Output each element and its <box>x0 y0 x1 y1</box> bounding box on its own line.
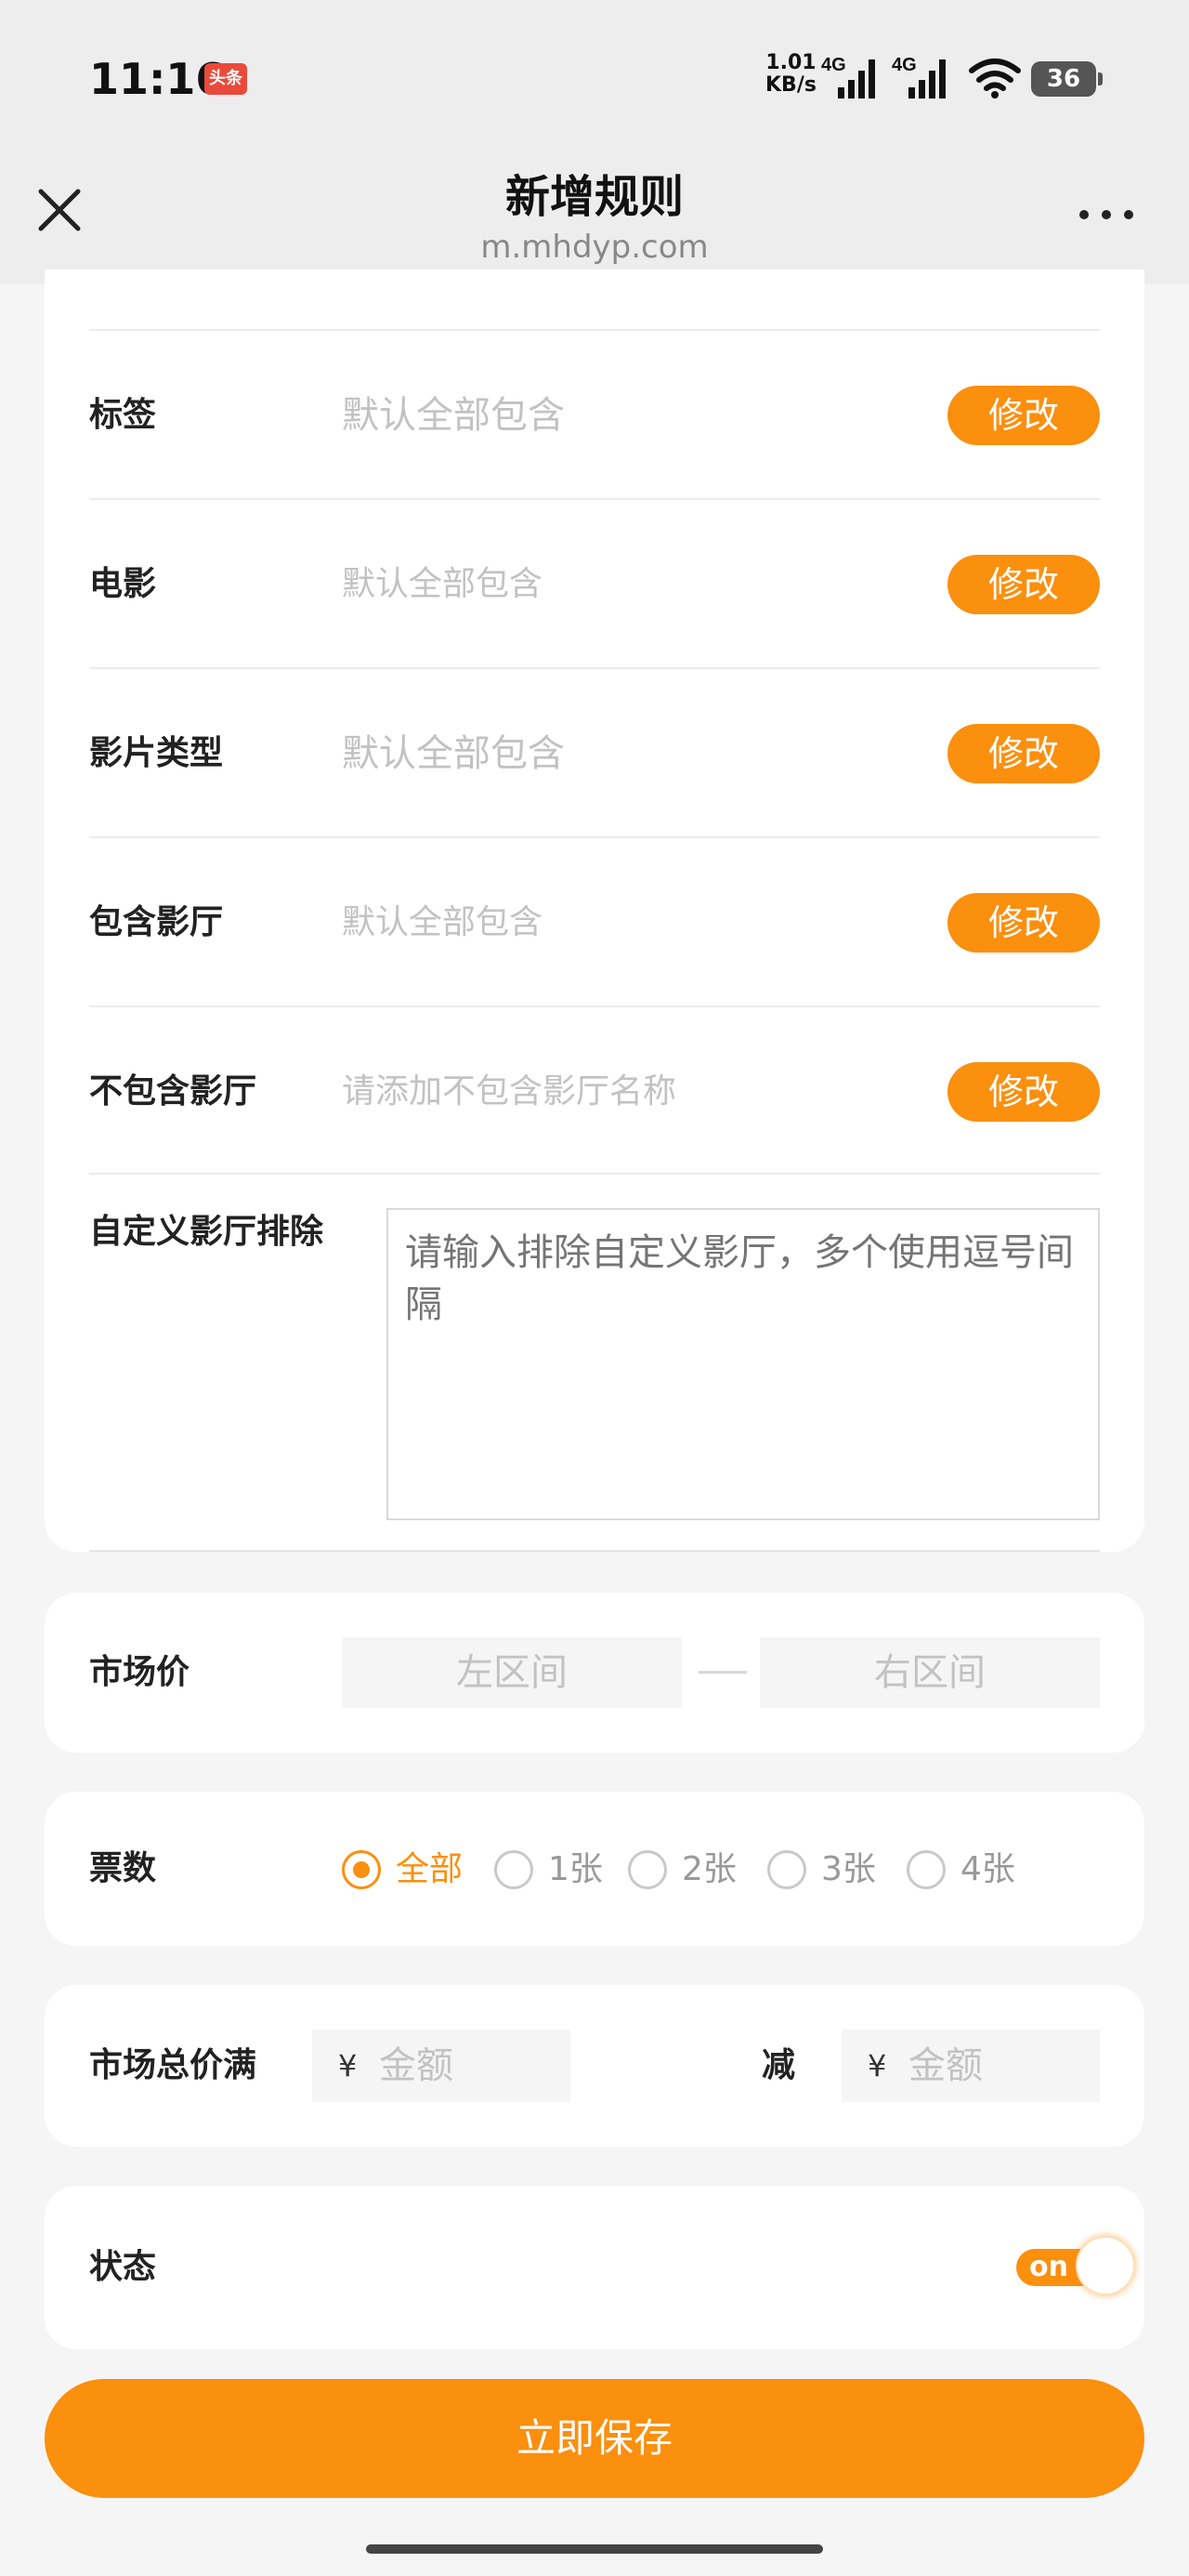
minus-label: 减 <box>762 2046 796 2084</box>
rule-value: 默认全部包含 <box>342 565 543 603</box>
custom-exclude-textarea[interactable] <box>386 1208 1100 1520</box>
edit-tags-button[interactable]: 修改 <box>947 386 1100 445</box>
network-speed-value: 1.01 <box>765 51 817 74</box>
status-toggle[interactable]: on <box>1016 2236 1137 2297</box>
battery-icon: 36 <box>1031 61 1103 97</box>
edit-movie-button[interactable]: 修改 <box>947 555 1100 614</box>
page-url: m.mhdyp.com <box>480 229 709 266</box>
top-bar: 11:16 头条 1.01 KB/s 4G 4G 36 新增规则 m.mhdyp… <box>0 0 1189 284</box>
toggle-knob <box>1076 2236 1135 2295</box>
radio-label: 2张 <box>682 1850 737 1888</box>
rule-value: 默认全部包含 <box>342 732 565 775</box>
edit-exclude-halls-button[interactable]: 修改 <box>947 1062 1100 1122</box>
currency-symbol: ¥ <box>338 2048 358 2083</box>
market-price-card: 市场价 左区间 右区间 <box>45 1593 1144 1753</box>
radio-label: 4张 <box>960 1850 1015 1888</box>
radio-unselected-icon <box>767 1850 806 1889</box>
price-min-input[interactable]: 左区间 <box>342 1637 682 1708</box>
cellular-signal-2-icon: 4G <box>892 55 946 99</box>
discount-label: 市场总价满 <box>89 2046 257 2084</box>
network-speed-unit: KB/s <box>765 73 817 97</box>
radio-label: 全部 <box>396 1850 464 1888</box>
page-title: 新增规则 <box>504 171 684 223</box>
save-button[interactable]: 立即保存 <box>45 2379 1144 2498</box>
radio-label: 3张 <box>821 1850 876 1888</box>
signal2-label: 4G <box>892 55 917 75</box>
threshold-amount-input[interactable]: ¥ 金额 <box>312 2030 570 2102</box>
divider <box>89 1550 1100 1552</box>
market-price-label: 市场价 <box>89 1653 190 1691</box>
rule-row-film-type: 影片类型 默认全部包含 修改 <box>89 667 1100 836</box>
radio-unselected-icon <box>628 1850 667 1889</box>
currency-symbol: ¥ <box>868 2048 887 2083</box>
ticket-count-card: 票数 全部 1张 2张 3张 4张 <box>45 1792 1144 1946</box>
radio-unselected-icon <box>494 1850 533 1889</box>
discount-card: 市场总价满 ¥ 金额 减 ¥ 金额 <box>45 1985 1144 2147</box>
rule-value: 请添加不包含影厅名称 <box>342 1072 677 1111</box>
discount-amount-input[interactable]: ¥ 金额 <box>842 2030 1100 2102</box>
ticket-count-label: 票数 <box>89 1849 157 1887</box>
toutiao-app-icon: 头条 <box>204 63 247 95</box>
amount-placeholder: 金额 <box>379 2044 453 2087</box>
status-label: 状态 <box>89 2248 157 2286</box>
network-speed: 1.01 KB/s <box>765 52 817 97</box>
cellular-signal-icon: 4G <box>821 55 875 99</box>
rule-label: 标签 <box>89 396 157 434</box>
rule-row-movie: 电影 默认全部包含 修改 <box>89 498 1100 667</box>
radio-label: 1张 <box>548 1850 603 1888</box>
rule-label: 包含影厅 <box>89 903 224 941</box>
price-max-input[interactable]: 右区间 <box>760 1637 1100 1708</box>
rule-label: 影片类型 <box>89 734 224 772</box>
home-indicator <box>366 2544 823 2554</box>
rule-row-tags: 标签 默认全部包含 修改 <box>89 329 1100 498</box>
rule-value: 默认全部包含 <box>342 394 565 437</box>
amount-placeholder: 金额 <box>908 2044 983 2087</box>
radio-selected-icon <box>342 1850 381 1889</box>
rule-value: 默认全部包含 <box>342 903 543 941</box>
range-separator <box>699 1671 747 1674</box>
edit-film-type-button[interactable]: 修改 <box>947 724 1100 783</box>
status-bar: 11:16 头条 1.01 KB/s 4G 4G 36 <box>0 0 1189 139</box>
rule-label: 不包含影厅 <box>89 1072 257 1111</box>
custom-exclude-label: 自定义影厅排除 <box>89 1213 324 1251</box>
status-card: 状态 on <box>45 2186 1144 2349</box>
signal1-label: 4G <box>821 55 846 75</box>
wifi-icon <box>969 59 1021 99</box>
rule-row-include-halls: 包含影厅 默认全部包含 修改 <box>89 836 1100 1005</box>
edit-include-halls-button[interactable]: 修改 <box>947 893 1100 953</box>
rule-label: 电影 <box>89 565 157 603</box>
toggle-on-text: on <box>1029 2251 1068 2283</box>
radio-unselected-icon <box>907 1850 946 1889</box>
rule-row-exclude-halls: 不包含影厅 请添加不包含影厅名称 修改 <box>89 1005 1100 1175</box>
more-options-icon[interactable] <box>1074 195 1139 232</box>
